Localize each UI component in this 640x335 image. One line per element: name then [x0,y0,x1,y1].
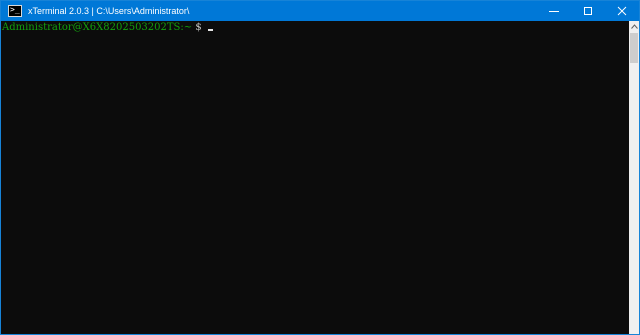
terminal-app-icon: >_ [8,5,22,17]
prompt-user-host: Administrator@X6X8202503202TS:~ [2,22,193,33]
text-cursor [207,29,213,31]
scroll-up-button[interactable] [629,21,639,31]
maximize-button[interactable] [571,1,605,21]
terminal-window: >_ xTerminal 2.0.3 | C:\Users\Administra… [0,0,640,335]
prompt-symbol: $ [192,22,202,33]
scrollbar-thumb[interactable] [630,33,638,63]
close-button[interactable] [605,1,639,21]
title-bar[interactable]: >_ xTerminal 2.0.3 | C:\Users\Administra… [1,1,639,21]
prompt-glyph-icon: >_ [10,5,20,14]
minimize-button[interactable] [537,1,571,21]
maximize-icon [584,7,592,15]
terminal-output[interactable]: Administrator@X6X8202503202TS:~ $ [1,21,629,334]
vertical-scrollbar[interactable] [629,21,639,334]
window-controls [537,1,639,21]
close-icon [617,6,627,16]
chevron-up-icon [630,23,638,29]
window-title: xTerminal 2.0.3 | C:\Users\Administrator… [28,6,190,16]
minimize-icon [549,11,559,12]
prompt-line: Administrator@X6X8202503202TS:~ $ [2,22,213,34]
